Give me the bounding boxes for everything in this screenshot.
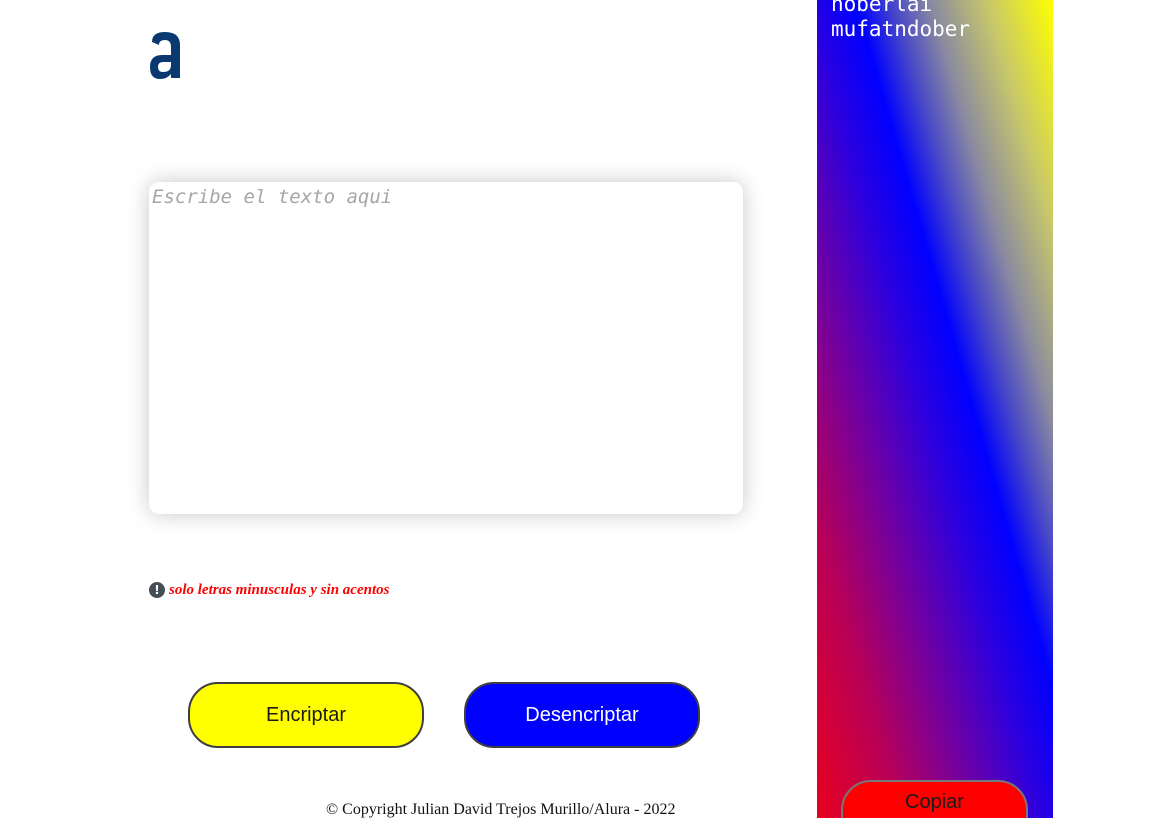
text-input-card <box>149 182 743 514</box>
input-hint-text: solo letras minusculas y sin acentos <box>169 581 390 598</box>
alura-logo <box>150 32 180 79</box>
text-input[interactable] <box>149 182 743 514</box>
copy-button[interactable]: Copiar <box>841 780 1028 818</box>
encrypt-button[interactable]: Encriptar <box>188 682 424 748</box>
footer-copyright: © Copyright Julian David Trejos Murillo/… <box>326 801 676 818</box>
exclamation-circle-icon: ! <box>149 582 165 598</box>
input-hint: ! solo letras minusculas y sin acentos <box>149 580 389 600</box>
output-text: noberlai mufatndober <box>831 0 970 42</box>
alura-logo-mark <box>150 32 180 79</box>
output-line: mufatndober <box>831 17 971 41</box>
decrypt-button[interactable]: Desencriptar <box>464 682 700 748</box>
output-line: noberlai <box>831 0 933 16</box>
output-panel: noberlai mufatndober Copiar <box>817 0 1053 818</box>
